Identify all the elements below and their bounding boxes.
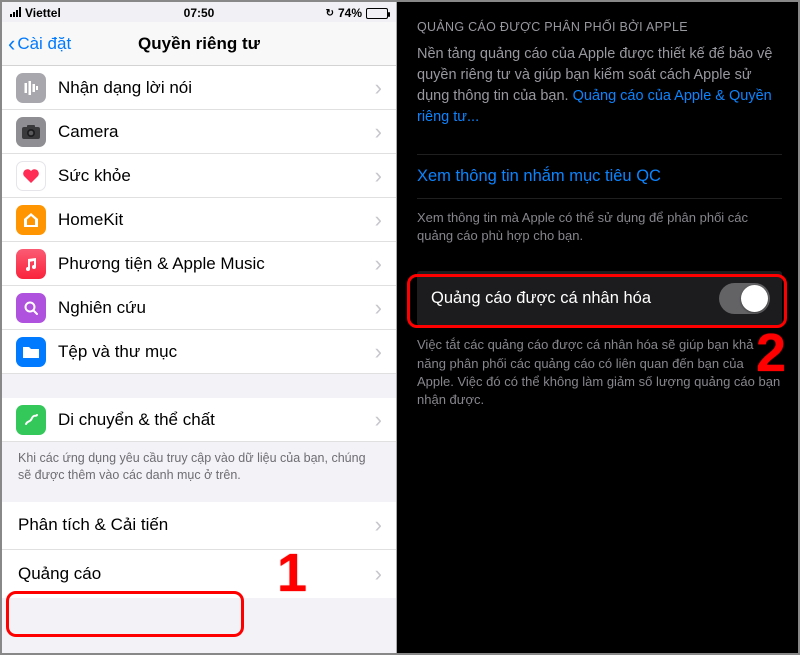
row-label: Phương tiện & Apple Music (58, 254, 375, 274)
row-label: Di chuyển & thể chất (58, 410, 375, 430)
row-files-folders[interactable]: Tệp và thư mục › (2, 330, 396, 374)
personalized-ads-switch[interactable] (719, 283, 770, 314)
fitness-icon (16, 405, 46, 435)
status-carrier: Viettel (10, 6, 61, 20)
status-bar: Viettel 07:50 ↻ 74% (2, 2, 396, 22)
phone-right-apple-advertising: QUẢNG CÁO ĐƯỢC PHÂN PHỐI BỞI APPLE Nền t… (397, 2, 798, 653)
battery-percent: 74% (338, 6, 362, 20)
chevron-right-icon: › (375, 561, 382, 587)
view-ad-targeting-label: Xem thông tin nhắm mục tiêu QC (417, 167, 661, 185)
camera-icon (16, 117, 46, 147)
personalized-ads-toggle-row[interactable]: Quảng cáo được cá nhân hóa (417, 271, 782, 326)
row-health[interactable]: Sức khỏe › (2, 154, 396, 198)
files-icon (16, 337, 46, 367)
row-camera[interactable]: Camera › (2, 110, 396, 154)
personalized-ads-footer: Việc tắt các quảng cáo được cá nhân hóa … (417, 326, 782, 429)
sync-icon: ↻ (326, 8, 334, 19)
speech-icon (16, 73, 46, 103)
status-right: ↻ 74% (326, 6, 388, 20)
chevron-right-icon: › (375, 163, 382, 189)
music-icon (16, 249, 46, 279)
row-fitness[interactable]: Di chuyển & thể chất › (2, 398, 396, 442)
row-label: HomeKit (58, 210, 375, 230)
chevron-right-icon: › (375, 119, 382, 145)
chevron-right-icon: › (375, 295, 382, 321)
row-advertising[interactable]: Quảng cáo › (2, 550, 396, 598)
switch-knob (741, 285, 768, 312)
nav-header: ‹ Cài đặt Quyền riêng tư (2, 22, 396, 66)
row-label: Phân tích & Cải tiến (18, 515, 375, 535)
tutorial-composite: Viettel 07:50 ↻ 74% ‹ Cài đặt Quyền riên… (0, 0, 800, 655)
section-gap (2, 374, 396, 398)
chevron-right-icon: › (375, 512, 382, 538)
fitness-list: Di chuyển & thể chất › (2, 398, 396, 442)
row-label: Sức khỏe (58, 166, 375, 186)
section-footer: Khi các ứng dụng yêu cầu truy cập vào dữ… (2, 442, 396, 502)
row-label: Camera (58, 122, 375, 142)
section-header: QUẢNG CÁO ĐƯỢC PHÂN PHỐI BỞI APPLE (417, 20, 782, 44)
toggle-label: Quảng cáo được cá nhân hóa (431, 289, 651, 308)
privacy-list: Nhận dạng lời nói › Camera › Sức khỏe › … (2, 66, 396, 374)
chevron-right-icon: › (375, 75, 382, 101)
back-label: Cài đặt (17, 34, 71, 54)
row-label: Nhận dạng lời nói (58, 78, 375, 98)
row-label: Tệp và thư mục (58, 342, 375, 362)
health-icon (16, 161, 46, 191)
chevron-right-icon: › (375, 407, 382, 433)
row-research[interactable]: Nghiên cứu › (2, 286, 396, 330)
row-apple-music[interactable]: Phương tiện & Apple Music › (2, 242, 396, 286)
homekit-icon (16, 205, 46, 235)
research-icon (16, 293, 46, 323)
view-ad-targeting-row[interactable]: Xem thông tin nhắm mục tiêu QC (417, 154, 782, 199)
view-ad-targeting-footer: Xem thông tin mà Apple có thể sử dụng để… (417, 207, 782, 265)
chevron-right-icon: › (375, 251, 382, 277)
analytics-group: Phân tích & Cải tiến › Quảng cáo › (2, 502, 396, 598)
chevron-right-icon: › (375, 339, 382, 365)
back-button[interactable]: ‹ Cài đặt (2, 34, 71, 54)
signal-icon (10, 7, 21, 17)
phone-left-privacy-settings: Viettel 07:50 ↻ 74% ‹ Cài đặt Quyền riên… (2, 2, 397, 653)
row-speech-recognition[interactable]: Nhận dạng lời nói › (2, 66, 396, 110)
annotation-highlight-1 (6, 591, 244, 637)
battery-icon (366, 8, 388, 19)
chevron-right-icon: › (375, 207, 382, 233)
advertising-content: QUẢNG CÁO ĐƯỢC PHÂN PHỐI BỞI APPLE Nền t… (397, 2, 798, 429)
row-label: Nghiên cứu (58, 298, 375, 318)
row-analytics-improvements[interactable]: Phân tích & Cải tiến › (2, 502, 396, 550)
row-homekit[interactable]: HomeKit › (2, 198, 396, 242)
row-label: Quảng cáo (18, 564, 375, 584)
section-description: Nền tảng quảng cáo của Apple được thiết … (417, 44, 782, 154)
